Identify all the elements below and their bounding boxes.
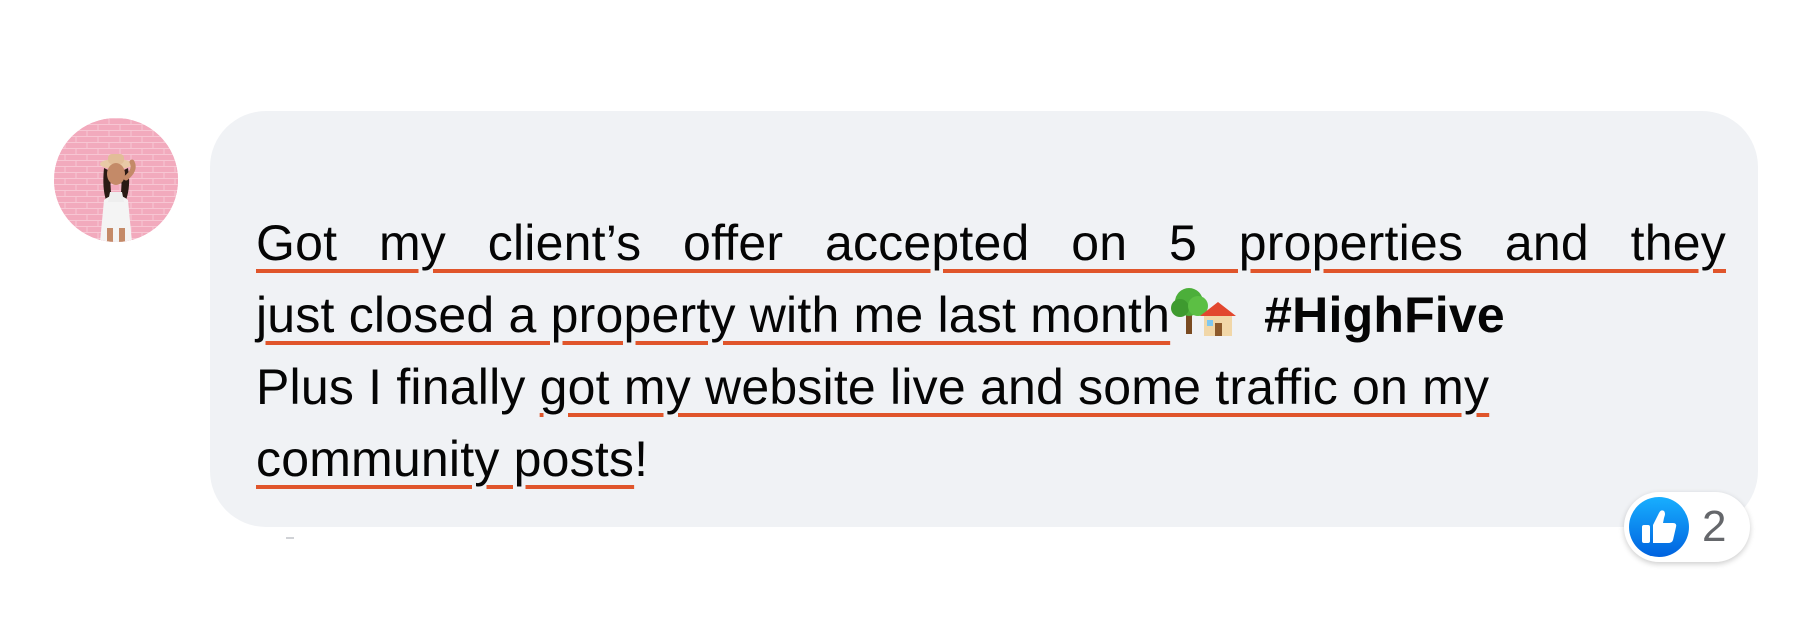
plain-text: Plus I finally <box>256 359 540 415</box>
reaction-count: 2 <box>1702 502 1727 551</box>
comment-row: Got my client’s offer accepted on 5 prop… <box>0 0 1800 624</box>
highlighted-text: community posts <box>256 431 635 487</box>
comment-line-4: community posts! <box>256 423 1726 495</box>
comment-line-1: Got my client’s offer accepted on 5 prop… <box>256 207 1726 279</box>
comment-line-3: Plus I finally got my website live and s… <box>256 351 1726 423</box>
profile-avatar-icon <box>54 118 178 242</box>
reaction-summary[interactable]: 2 <box>1624 492 1750 562</box>
hashtag-link[interactable]: #HighFive <box>1264 287 1505 343</box>
like-thumbs-up-icon <box>1629 497 1689 557</box>
plain-text: ! <box>634 431 649 487</box>
highlighted-text: Got my client’s offer accepted on 5 prop… <box>256 215 1726 271</box>
comment-bubble: Got my client’s offer accepted on 5 prop… <box>210 111 1758 527</box>
highlighted-text: got my website live and some traffic on … <box>539 359 1490 415</box>
comment-line-2: just closed a property with me last mont… <box>256 279 1726 351</box>
avatar[interactable] <box>54 118 178 242</box>
highlighted-text: just closed a property with me last mont… <box>256 287 1171 343</box>
tree-and-house-emoji-icon <box>1171 288 1237 336</box>
comment-text: Got my client’s offer accepted on 5 prop… <box>256 207 1726 495</box>
divider <box>286 537 294 539</box>
